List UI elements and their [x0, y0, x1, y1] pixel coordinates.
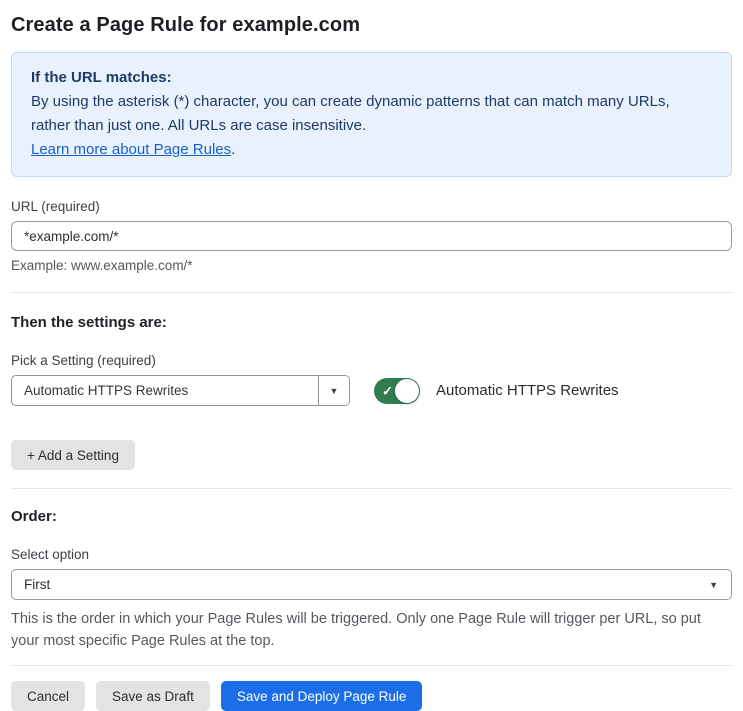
pick-setting-label: Pick a Setting (required): [11, 353, 156, 368]
order-select-value: First: [24, 577, 51, 592]
divider: [11, 488, 732, 489]
link-suffix: .: [231, 141, 236, 158]
order-select-label: Select option: [11, 547, 90, 562]
learn-more-link[interactable]: Learn more about Page Rules: [31, 141, 231, 158]
order-helper-text: This is the order in which your Page Rul…: [11, 611, 701, 649]
caret-down-icon: ▼: [709, 579, 718, 590]
order-section-heading: Order:: [11, 508, 57, 525]
setting-picker-dropdown[interactable]: Automatic HTTPS Rewrites ▼: [11, 375, 350, 406]
add-setting-button[interactable]: + Add a Setting: [11, 440, 135, 470]
info-link-line: Learn more about Page Rules.: [31, 138, 712, 162]
order-select[interactable]: First ▼: [11, 569, 732, 600]
check-icon: ✓: [382, 383, 393, 398]
divider: [11, 665, 732, 666]
setting-picker-arrow-button[interactable]: ▼: [318, 376, 349, 405]
info-body-text: By using the asterisk (*) character, you…: [31, 93, 670, 134]
url-field-label: URL (required): [11, 199, 100, 214]
setting-picker-value: Automatic HTTPS Rewrites: [24, 383, 189, 398]
toggle-label: Automatic HTTPS Rewrites: [436, 382, 619, 399]
toggle-group: ✓ Automatic HTTPS Rewrites: [374, 377, 619, 404]
page-rule-form: Create a Page Rule for example.com If th…: [0, 14, 743, 711]
page-title: Create a Page Rule for example.com: [11, 14, 361, 36]
info-heading: If the URL matches:: [31, 69, 172, 86]
url-match-info-callout: If the URL matches: By using the asteris…: [11, 52, 732, 177]
caret-down-icon: ▼: [329, 385, 339, 396]
https-rewrites-toggle[interactable]: ✓: [374, 377, 420, 404]
url-input[interactable]: [11, 221, 732, 251]
setting-row: Automatic HTTPS Rewrites ▼ ✓ Automatic H…: [11, 375, 732, 406]
settings-section-heading: Then the settings are:: [11, 314, 167, 331]
url-example-helper: Example: www.example.com/*: [11, 258, 193, 273]
divider: [11, 292, 732, 293]
toggle-knob: [395, 378, 419, 403]
